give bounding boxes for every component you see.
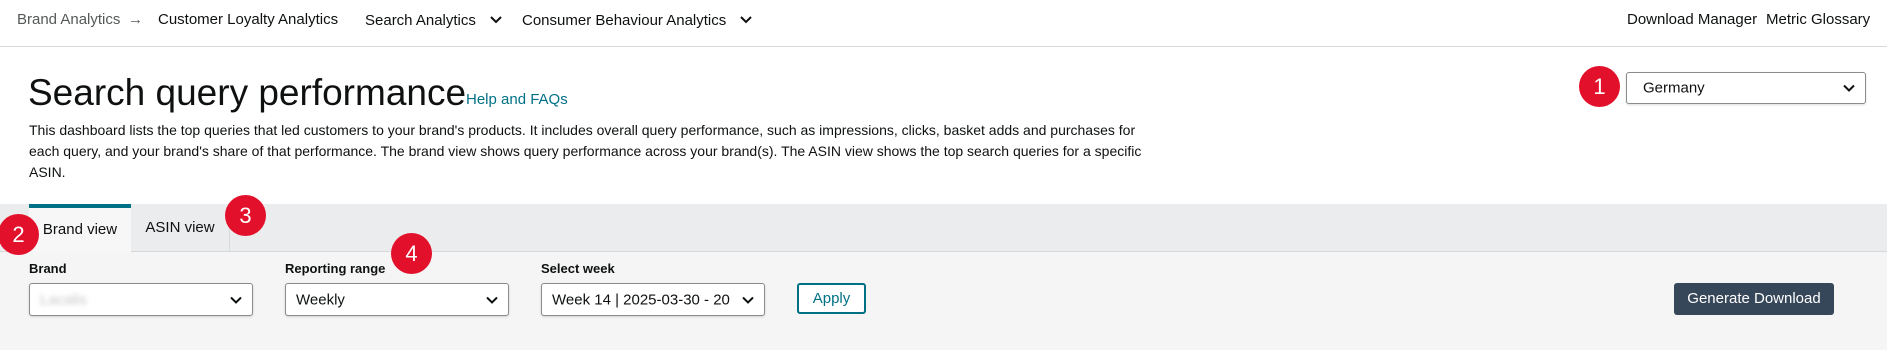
page-description: This dashboard lists the top queries tha… [29,122,1142,180]
reporting-range-value: Weekly [296,291,345,308]
generate-download-button[interactable]: Generate Download [1674,283,1834,315]
metric-glossary-link[interactable]: Metric Glossary [1766,11,1870,28]
chevron-down-icon [740,11,753,28]
annotation-badge-3: 3 [225,195,266,236]
reporting-range-label: Reporting range [285,261,386,276]
chevron-down-icon [742,291,754,308]
help-faqs-link[interactable]: Help and FAQs [466,91,568,108]
tab-asin-view[interactable]: ASIN view [131,204,230,252]
top-navigation: Brand Analytics → Customer Loyalty Analy… [0,0,1887,47]
reporting-range-select[interactable]: Weekly [285,283,509,316]
chevron-down-icon [230,291,242,308]
view-tabs: Brand view ASIN view [0,204,1887,252]
breadcrumb-arrow-icon: → [128,11,143,28]
breadcrumb-customer-loyalty[interactable]: Customer Loyalty Analytics [158,11,338,28]
consumer-behaviour-label: Consumer Behaviour Analytics [522,12,727,29]
page-title: Search query performance [28,72,467,113]
select-week-dropdown[interactable]: Week 14 | 2025-03-30 - 2025-04-05 [541,283,765,316]
country-select[interactable]: Germany [1626,72,1866,104]
brand-label: Brand [29,261,67,276]
filter-panel [0,252,1887,350]
breadcrumb-brand-analytics[interactable]: Brand Analytics [17,11,120,28]
annotation-badge-2: 2 [0,214,39,255]
download-manager-link[interactable]: Download Manager [1627,11,1757,28]
tab-brand-view[interactable]: Brand view [29,204,131,252]
select-week-label: Select week [541,261,615,276]
annotation-badge-4: 4 [391,233,432,274]
search-analytics-label: Search Analytics [365,12,476,29]
brand-value: Lacalis [40,291,87,308]
annotation-badge-1: 1 [1579,66,1620,107]
select-week-value: Week 14 | 2025-03-30 - 2025-04-05 [552,291,730,308]
chevron-down-icon [490,11,502,28]
country-value: Germany [1643,79,1705,97]
search-analytics-menu[interactable]: Search Analytics [365,11,502,29]
consumer-behaviour-menu[interactable]: Consumer Behaviour Analytics [522,11,753,29]
chevron-down-icon [486,291,498,308]
chevron-down-icon [1843,80,1855,97]
apply-button[interactable]: Apply [797,283,866,314]
brand-select[interactable]: Lacalis [29,283,253,316]
